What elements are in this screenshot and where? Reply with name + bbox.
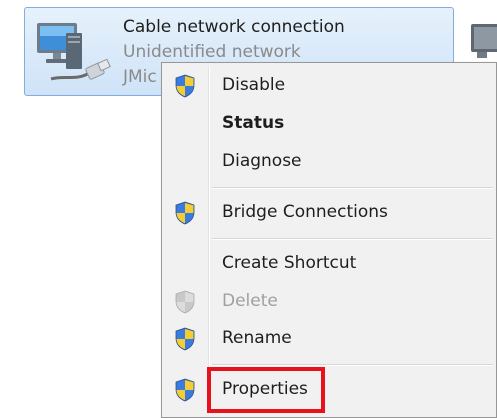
menu-item-bridge-connections[interactable]: Bridge Connections	[165, 194, 493, 231]
menu-item-delete: Delete	[165, 283, 493, 320]
uac-shield-icon	[174, 327, 196, 351]
menu-separator	[212, 187, 493, 189]
menu-item-disable[interactable]: Disable	[165, 67, 493, 104]
menu-item-label: Delete	[222, 291, 278, 311]
menu-item-label: Status	[222, 113, 285, 133]
context-menu: Disable Status Diagnose Bridge Connectio…	[161, 62, 497, 418]
menu-item-create-shortcut[interactable]: Create Shortcut	[165, 245, 493, 282]
menu-item-rename[interactable]: Rename	[165, 320, 493, 357]
network-adapter-icon	[37, 23, 111, 81]
menu-separator	[212, 364, 493, 366]
uac-shield-icon	[174, 201, 196, 225]
menu-item-label: Diagnose	[222, 151, 302, 171]
uac-shield-icon	[174, 74, 196, 98]
menu-item-label: Disable	[222, 75, 286, 95]
uac-shield-icon	[174, 378, 196, 402]
connection-name: Cable network connection	[123, 17, 345, 37]
menu-item-label: Create Shortcut	[222, 253, 357, 273]
properties-highlight-box	[207, 367, 325, 413]
uac-shield-disabled-icon	[174, 290, 196, 314]
menu-item-status[interactable]: Status	[165, 105, 493, 142]
menu-item-diagnose[interactable]: Diagnose	[165, 143, 493, 180]
menu-item-label: Bridge Connections	[222, 202, 388, 222]
menu-separator	[212, 238, 493, 240]
menu-item-label: Rename	[222, 328, 292, 348]
